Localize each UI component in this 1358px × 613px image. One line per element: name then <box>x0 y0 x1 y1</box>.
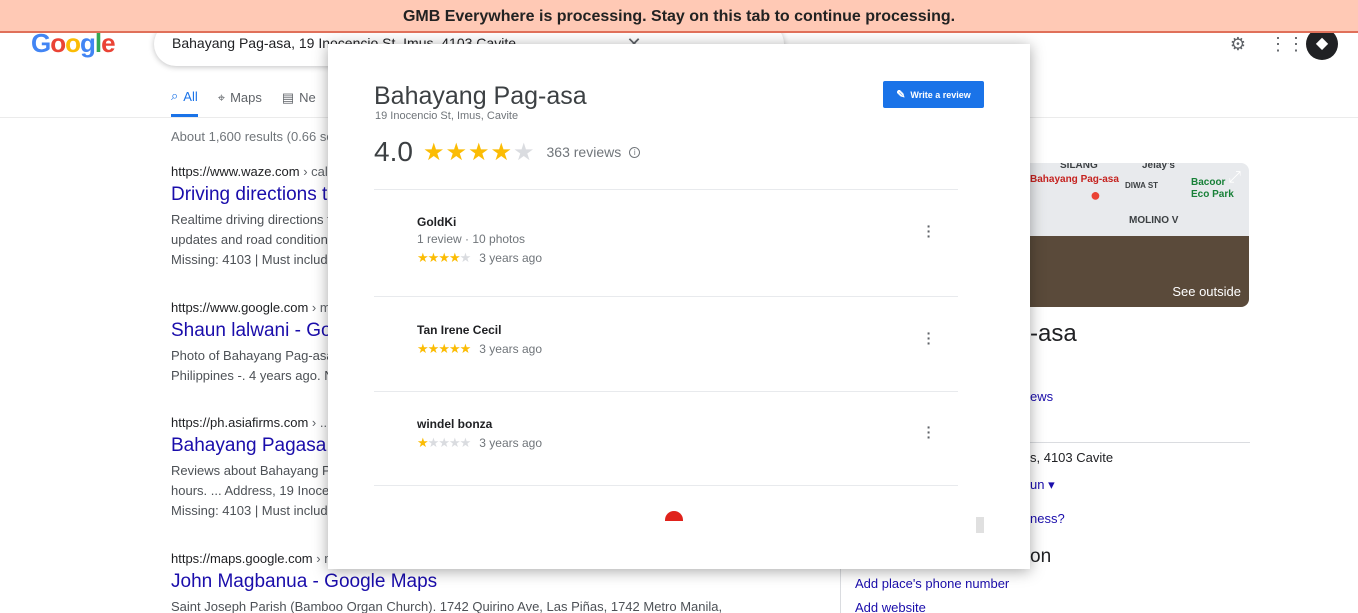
reviews-dialog: Bahayang Pag-asa 19 Inocencio St, Imus, … <box>328 44 1030 569</box>
reviews-count: 363 reviews <box>546 144 622 160</box>
map-label: Bahayang Pag-asa <box>1030 174 1119 185</box>
map-label: SILANG <box>1060 163 1098 171</box>
kp-reviews-link[interactable]: ews <box>1030 389 1053 404</box>
loading-spinner-icon <box>665 511 683 521</box>
divider <box>374 485 958 486</box>
map-label: DIWA ST <box>1125 181 1159 190</box>
gear-icon[interactable]: ⚙ <box>1228 34 1248 54</box>
kp-title: -asa <box>1030 320 1077 347</box>
reviewer-name[interactable]: Tan Irene Cecil <box>417 323 937 337</box>
rating-stars: ★★★★★ <box>423 138 536 167</box>
apps-grid-icon[interactable]: ⋮⋮ <box>1269 34 1305 54</box>
chevron-down-icon: ▾ <box>1048 477 1055 492</box>
tab-news[interactable]: ▤ Ne <box>282 88 316 117</box>
add-website-link[interactable]: Add website <box>855 600 926 613</box>
review-date: 3 years ago <box>479 436 542 450</box>
info-icon[interactable]: i <box>629 146 641 158</box>
star-filled-icon: ★ <box>417 341 429 356</box>
star-empty-icon: ★ <box>438 435 450 450</box>
star-filled-icon: ★ <box>467 138 491 166</box>
map-label: MOLINO V <box>1129 215 1179 226</box>
reviewer-meta: 1 review · 10 photos <box>417 232 526 246</box>
review-date: 3 years ago <box>479 251 542 265</box>
map-thumbnail[interactable]: SILANG Jelay's Bahayang Pag-asa DIWA ST … <box>1030 163 1249 236</box>
star-filled-icon: ★ <box>490 138 513 166</box>
tab-label: Maps <box>230 90 262 105</box>
result-url-host: https://www.google.com <box>171 300 309 315</box>
star-empty-icon: ★ <box>459 250 472 265</box>
star-filled-icon: ★ <box>427 341 440 356</box>
pencil-icon: ✎ <box>896 89 906 101</box>
star-filled-icon: ★ <box>445 138 468 166</box>
map-label: Bacoor <box>1191 177 1226 188</box>
star-filled-icon: ★ <box>417 435 429 450</box>
rating-value: 4.0 <box>374 136 413 167</box>
snippet-line: Saint Joseph Parish (Bamboo Organ Church… <box>171 599 723 613</box>
star-filled-icon: ★ <box>422 138 446 166</box>
map-label: Jelay's <box>1142 163 1175 171</box>
more-options-icon[interactable]: · · · <box>924 219 934 243</box>
place-address: 19 Inocencio St, Imus, Cavite <box>375 110 519 122</box>
tab-maps[interactable]: ⌖ Maps <box>218 88 262 117</box>
write-review-label: Write a review <box>910 89 971 100</box>
map-pin-icon: ● <box>1090 185 1101 205</box>
kp-address: s, 4103 Cavite <box>1030 450 1114 465</box>
result-url-host: https://ph.asiafirms.com <box>171 415 309 430</box>
reviewer-name[interactable]: GoldKi <box>417 215 937 229</box>
kp-own-business-link[interactable]: ness? <box>1030 511 1065 526</box>
place-name: Bahayang Pag-asa <box>374 82 587 110</box>
more-options-icon[interactable]: · · · <box>924 420 934 444</box>
news-icon: ▤ <box>281 89 295 105</box>
add-phone-link[interactable]: Add place's phone number <box>855 576 1009 591</box>
tab-label: All <box>183 88 198 104</box>
street-view-photo[interactable]: See outside <box>1030 236 1249 307</box>
divider <box>374 189 958 190</box>
more-options-icon[interactable]: · · · <box>924 326 934 350</box>
map-label: Eco Park <box>1191 189 1234 200</box>
review-stars: ★★★★★ <box>417 341 472 357</box>
star-filled-icon: ★ <box>459 341 472 356</box>
result-url-host: https://www.waze.com <box>171 164 300 179</box>
review-stars: ★★★★★ <box>417 250 472 266</box>
star-empty-icon: ★ <box>459 435 472 450</box>
star-empty-icon: ★ <box>448 435 461 450</box>
expand-icon[interactable]: ⤢ <box>1228 169 1241 187</box>
divider <box>374 296 958 297</box>
result-url-host: https://maps.google.com <box>171 551 313 566</box>
star-filled-icon: ★ <box>417 250 429 265</box>
rating-summary: 4.0 ★★★★★ 363 reviews i <box>374 136 641 168</box>
tab-label: Ne <box>299 90 316 105</box>
tab-all[interactable]: ⌕ All <box>171 88 198 117</box>
star-empty-icon: ★ <box>427 435 440 450</box>
result-stats: About 1,600 results (0.66 se <box>171 129 334 144</box>
star-filled-icon: ★ <box>448 341 461 356</box>
divider <box>374 391 958 392</box>
review-date: 3 years ago <box>479 342 542 356</box>
star-filled-icon: ★ <box>438 341 450 356</box>
star-filled-icon: ★ <box>427 250 440 265</box>
review-item: windel bonza ★★★★★ 3 years ago <box>417 417 937 451</box>
star-filled-icon: ★ <box>448 250 461 265</box>
star-empty-icon: ★ <box>513 138 536 166</box>
review-item: GoldKi 1 review · 10 photos ★★★★★ 3 year… <box>417 215 937 266</box>
review-item: Tan Irene Cecil ★★★★★ 3 years ago <box>417 323 937 357</box>
write-review-button[interactable]: ✎ Write a review <box>883 81 984 108</box>
review-stars: ★★★★★ <box>417 435 472 451</box>
star-filled-icon: ★ <box>438 250 450 265</box>
search-icon: ⌕ <box>171 88 179 103</box>
reviewer-name[interactable]: windel bonza <box>417 417 937 431</box>
result-title[interactable]: John Magbanua - Google Maps <box>171 571 771 593</box>
processing-banner: GMB Everywhere is processing. Stay on th… <box>0 0 1358 33</box>
map-pin-icon: ⌖ <box>217 89 226 105</box>
scrollbar-thumb[interactable] <box>976 517 984 533</box>
see-outside-label: See outside <box>1172 284 1241 299</box>
kp-section-heading: on <box>1030 546 1052 567</box>
result-snippet: Saint Joseph Parish (Bamboo Organ Church… <box>171 597 771 613</box>
search-tabs: ⌕ All ⌖ Maps ▤ Ne <box>171 88 316 117</box>
kp-hours[interactable]: un ▾ <box>1030 477 1055 493</box>
kp-hours-label: un <box>1030 477 1045 492</box>
